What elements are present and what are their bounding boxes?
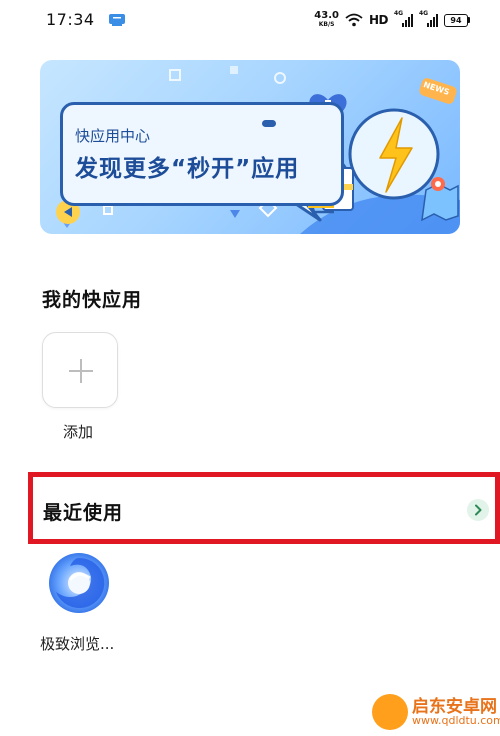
- recently-used-more-button[interactable]: [467, 499, 489, 521]
- add-quick-app-button[interactable]: [42, 332, 118, 408]
- signal-icon-2: 4G: [419, 10, 438, 27]
- chevron-right-icon: [475, 504, 482, 516]
- signal-icon-1: 4G: [394, 10, 413, 27]
- my-quick-apps-title: 我的快应用: [42, 289, 143, 311]
- recently-used-title: 最近使用: [43, 502, 124, 524]
- notification-app-icon: [109, 14, 125, 26]
- banner-text-card: 快应用中心 发现更多“秒开”应用: [60, 102, 344, 206]
- status-indicators: 43.0 KB/S HD 4G 4G 94: [314, 9, 470, 31]
- add-label: 添加: [63, 423, 94, 441]
- battery-icon: 94: [444, 13, 470, 27]
- quick-app-center-banner[interactable]: NEWS 快应用中心 发现更多“秒开”应用: [40, 60, 460, 234]
- site-watermark: 启东安卓网 www.qdldtu.com: [370, 692, 500, 736]
- browser-app-label: 极致浏览...: [40, 635, 115, 653]
- browser-app-icon[interactable]: [48, 552, 110, 614]
- hd-badge: HD: [368, 13, 389, 27]
- recently-used-row[interactable]: 最近使用: [28, 472, 500, 544]
- watermark-url: www.qdldtu.com: [412, 714, 500, 727]
- status-time: 17:34: [46, 10, 95, 29]
- status-bar: 17:34 43.0 KB/S HD 4G 4G 94: [0, 0, 500, 42]
- plus-icon: [69, 359, 93, 383]
- banner-subtitle: 快应用中心: [75, 127, 151, 145]
- banner-title: 发现更多“秒开”应用: [75, 156, 300, 182]
- watermark-logo-icon: [372, 694, 408, 730]
- banner-card-dot: [262, 120, 276, 127]
- wifi-icon: [345, 13, 363, 27]
- network-speed: 43.0 KB/S: [314, 10, 339, 29]
